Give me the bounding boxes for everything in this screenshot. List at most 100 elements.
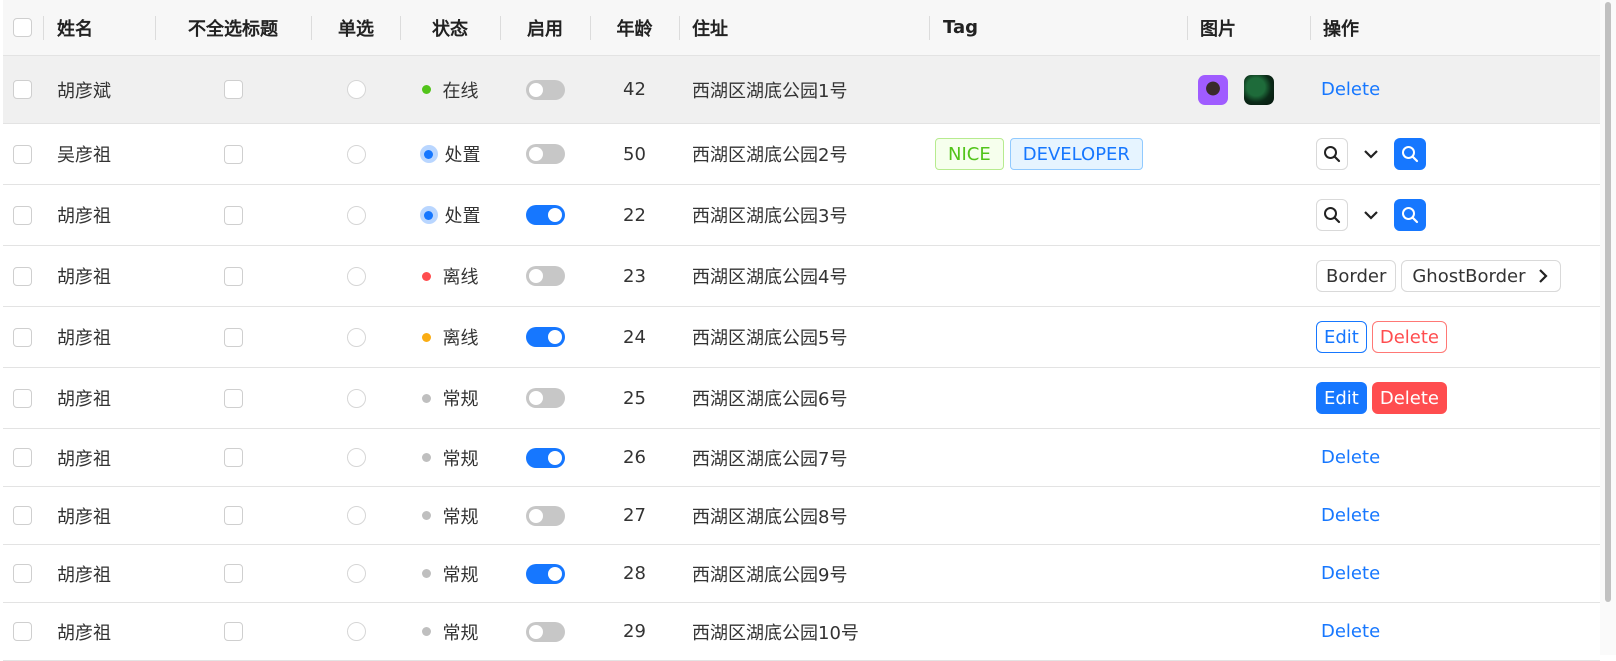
ghost-border-label: GhostBorder — [1412, 265, 1526, 287]
cell-address: 西湖区湖底公园6号 — [692, 389, 848, 410]
status-dot-normal — [421, 627, 431, 636]
cell-address: 西湖区湖底公园3号 — [692, 206, 848, 227]
partial-checkbox[interactable] — [223, 622, 243, 641]
delete-button[interactable]: Delete — [1371, 382, 1448, 414]
row-checkbox[interactable] — [12, 266, 32, 286]
table-row[interactable]: 胡彦祖 常规 29 西湖区湖底公园10号 Delete — [3, 603, 1600, 661]
edit-button[interactable]: Edit — [1316, 321, 1367, 353]
row-radio[interactable] — [346, 448, 366, 467]
dropdown-button[interactable] — [1355, 138, 1387, 170]
status-radio-selected[interactable] — [419, 145, 438, 163]
partial-checkbox[interactable] — [223, 327, 243, 347]
search-button[interactable] — [1316, 199, 1348, 231]
delete-link[interactable]: Delete — [1321, 563, 1380, 584]
table-row[interactable]: 胡彦斌 在线 42 西湖区湖底公园1号 Delete — [3, 56, 1600, 124]
row-checkbox[interactable] — [12, 564, 32, 583]
row-radio[interactable] — [346, 327, 366, 347]
row-checkbox[interactable] — [12, 327, 32, 347]
row-checkbox[interactable] — [12, 205, 32, 225]
header-enabled[interactable]: 启用 — [501, 0, 589, 55]
vertical-scrollbar[interactable] — [1600, 0, 1616, 655]
partial-checkbox[interactable] — [223, 144, 243, 164]
row-checkbox[interactable] — [12, 144, 32, 164]
row-radio[interactable] — [346, 80, 366, 99]
partial-checkbox[interactable] — [223, 205, 243, 225]
header-name[interactable]: 姓名 — [57, 0, 93, 55]
header-partial[interactable]: 不全选标题 — [156, 0, 310, 55]
row-radio[interactable] — [346, 564, 366, 583]
header-address[interactable]: 住址 — [692, 0, 728, 55]
partial-checkbox[interactable] — [223, 388, 243, 408]
header-image[interactable]: 图片 — [1200, 0, 1236, 55]
status-cell: 常规 — [401, 603, 499, 660]
avatar-image[interactable] — [1198, 74, 1228, 105]
enable-switch[interactable] — [525, 505, 565, 526]
delete-link[interactable]: Delete — [1321, 621, 1380, 642]
ghost-border-button[interactable]: GhostBorder — [1401, 260, 1561, 292]
delete-button[interactable]: Delete — [1371, 321, 1448, 353]
row-radio[interactable] — [346, 266, 366, 286]
status-cell: 常规 — [401, 429, 499, 486]
enable-switch[interactable] — [525, 621, 565, 642]
table-row[interactable]: 胡彦祖 常规 25 西湖区湖底公园6号 Edit Delete — [3, 368, 1600, 429]
row-radio[interactable] — [346, 622, 366, 641]
search-button[interactable] — [1316, 138, 1348, 170]
row-checkbox[interactable] — [12, 506, 32, 525]
header-action[interactable]: 操作 — [1323, 0, 1359, 55]
table-row[interactable]: 吴彦祖 处置 50 西湖区湖底公园2号 NICE DEVELOPER — [3, 124, 1600, 185]
leaf-image[interactable] — [1244, 74, 1274, 105]
status-radio-selected[interactable] — [419, 206, 438, 224]
table-row[interactable]: 胡彦祖 离线 24 西湖区湖底公园5号 Edit Delete — [3, 307, 1600, 368]
row-checkbox[interactable] — [12, 448, 32, 467]
enable-switch[interactable] — [525, 563, 565, 584]
search-primary-button[interactable] — [1394, 138, 1426, 170]
row-checkbox[interactable] — [12, 388, 32, 408]
enable-switch[interactable] — [525, 266, 565, 286]
enable-switch[interactable] — [525, 79, 565, 100]
tag-cell: NICE DEVELOPER — [935, 124, 1149, 184]
edit-button[interactable]: Edit — [1316, 382, 1367, 414]
partial-checkbox[interactable] — [223, 564, 243, 583]
partial-checkbox[interactable] — [223, 506, 243, 525]
row-radio[interactable] — [346, 205, 366, 225]
delete-link[interactable]: Delete — [1321, 447, 1380, 468]
enable-switch[interactable] — [525, 205, 565, 225]
enable-switch[interactable] — [525, 144, 565, 164]
enable-switch[interactable] — [525, 388, 565, 408]
delete-link[interactable]: Delete — [1321, 79, 1380, 100]
cell-age: 29 — [623, 621, 646, 642]
header-radio[interactable]: 单选 — [312, 0, 400, 55]
partial-checkbox[interactable] — [223, 80, 243, 99]
table-row[interactable]: 胡彦祖 常规 26 西湖区湖底公园7号 Delete — [3, 429, 1600, 487]
header-status[interactable]: 状态 — [401, 0, 499, 55]
cell-name: 胡彦祖 — [57, 564, 111, 586]
chevron-right-icon — [1538, 269, 1548, 283]
table-row[interactable]: 胡彦祖 常规 28 西湖区湖底公园9号 Delete — [3, 545, 1600, 603]
cell-address: 西湖区湖底公园2号 — [692, 145, 848, 166]
select-all-checkbox[interactable] — [12, 18, 32, 37]
table-row[interactable]: 胡彦祖 处置 22 西湖区湖底公园3号 — [3, 185, 1600, 246]
enable-switch[interactable] — [525, 327, 565, 347]
row-checkbox[interactable] — [12, 80, 32, 99]
dropdown-button[interactable] — [1355, 199, 1387, 231]
row-radio[interactable] — [346, 506, 366, 525]
border-button[interactable]: Border — [1316, 260, 1397, 292]
table-row[interactable]: 胡彦祖 离线 23 西湖区湖底公园4号 Border GhostBorder — [3, 246, 1600, 307]
search-primary-button[interactable] — [1394, 199, 1426, 231]
delete-link[interactable]: Delete — [1321, 505, 1380, 526]
header-tag[interactable]: Tag — [943, 0, 978, 55]
row-radio[interactable] — [346, 388, 366, 408]
search-icon — [1402, 207, 1419, 224]
action-cell — [1316, 124, 1433, 184]
scrollbar-thumb[interactable] — [1605, 2, 1611, 602]
table-row[interactable]: 胡彦祖 常规 27 西湖区湖底公园8号 Delete — [3, 487, 1600, 545]
partial-checkbox[interactable] — [223, 448, 243, 467]
table-header: 姓名 不全选标题 单选 状态 启用 年龄 住址 Tag 图片 操作 — [3, 0, 1600, 56]
action-cell — [1316, 185, 1433, 245]
row-checkbox[interactable] — [12, 622, 32, 641]
partial-checkbox[interactable] — [223, 266, 243, 286]
status-text: 常规 — [442, 389, 479, 410]
header-age[interactable]: 年龄 — [591, 0, 678, 55]
enable-switch[interactable] — [525, 447, 565, 468]
row-radio[interactable] — [346, 144, 366, 164]
